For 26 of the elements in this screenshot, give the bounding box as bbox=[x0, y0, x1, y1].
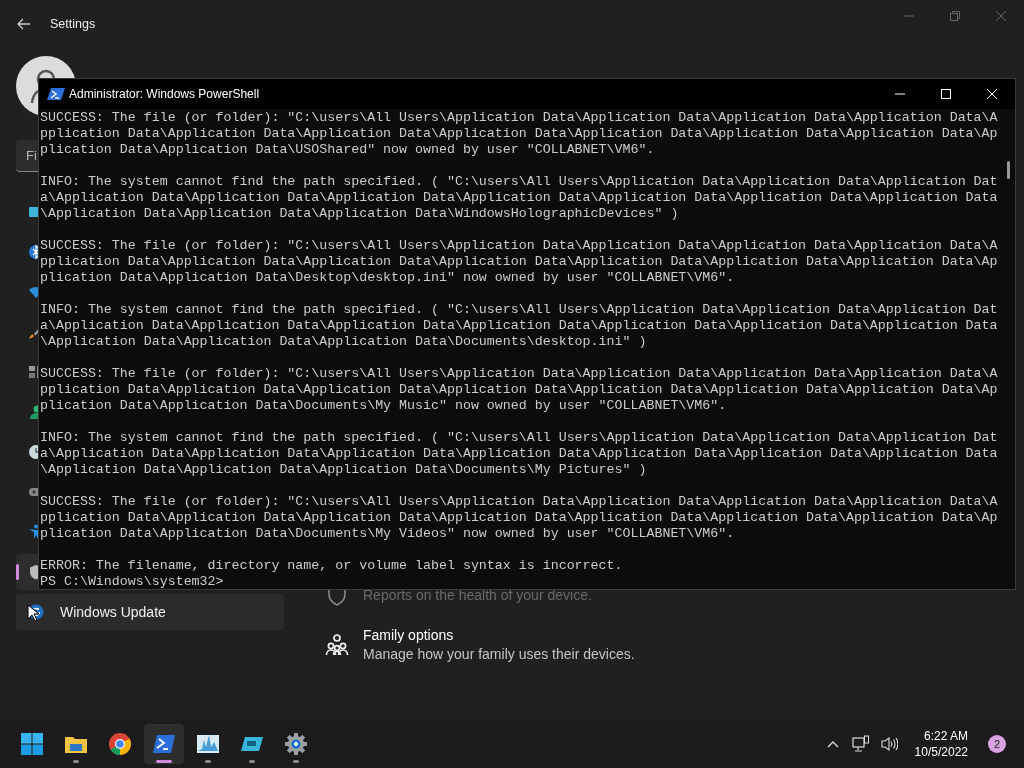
console-line: plication Data\Application Data\Documents\My Videos" now owned by user "COLLABNET\VM6". bbox=[40, 526, 736, 542]
console-line: \Application Data\Application Data\Application Data\WindowsHolographicDevices" ) bbox=[40, 206, 680, 222]
console-line: a\Application Data\Application Data\Application Data\Application Data\Application Data\Application Data\Application Data bbox=[40, 318, 999, 334]
console-line: pplication Data\Application Data\Application Data\Application Data\Application Data\Application Data\Application Data\Ap bbox=[40, 510, 999, 526]
console-line: SUCCESS: The file (or folder): "C:\users\All Users\Application Data\Application Data\Application Data\Application Data\A bbox=[40, 110, 999, 126]
console-line: plication Data\Application Data\Desktop\desktop.ini" now owned by user "COLLABNET\VM6". bbox=[40, 270, 736, 286]
console-line: a\Application Data\Application Data\Application Data\Application Data\Application Data\Application Data\Application Data bbox=[40, 190, 999, 206]
console-line: plication Data\Application Data\Documents\My Music" now owned by user "COLLABNET\VM6". bbox=[40, 398, 728, 414]
console-line: pplication Data\Application Data\Application Data\Application Data\Application Data\Application Data\Application Data\Ap bbox=[40, 382, 999, 398]
window-title: Administrator: Windows PowerShell bbox=[69, 87, 260, 101]
window-title: Settings bbox=[50, 17, 96, 31]
setting-description: Manage how your family uses their devices. bbox=[363, 646, 635, 662]
console-line: a\Application Data\Application Data\Application Data\Application Data\Application Data\Application Data\Application Data bbox=[40, 446, 999, 462]
console-line: SUCCESS: The file (or folder): "C:\users\All Users\Application Data\Application Data\Application Data\Application Data\A bbox=[40, 366, 999, 382]
console-line: SUCCESS: The file (or folder): "C:\users\All Users\Application Data\Application Data\Application Data\Application Data\A bbox=[40, 494, 999, 510]
console-line: pplication Data\Application Data\Application Data\Application Data\Application Data\Application Data\Application Data\Ap bbox=[40, 254, 999, 270]
console-line: ERROR: The filename, directory name, or volume label syntax is incorrect. bbox=[40, 558, 624, 574]
console-line: \Application Data\Application Data\Application Data\Documents\desktop.ini" ) bbox=[40, 334, 648, 350]
console-line: \Application Data\Application Data\Application Data\Documents\My Pictures" ) bbox=[40, 462, 648, 478]
console-line: INFO: The system cannot find the path specified. ( "C:\users\All Users\Application Data\Application Data\Application Dat bbox=[40, 430, 999, 446]
console-line: pplication Data\Application Data\Application Data\Application Data\Application Data\Application Data\Application Data\Ap bbox=[40, 126, 999, 142]
console-line: INFO: The system cannot find the path specified. ( "C:\users\All Users\Application Data\Application Data\Application Dat bbox=[40, 174, 999, 190]
console-line: plication Data\Application Data\USOShared" now owned by user "COLLABNET\VM6". bbox=[40, 142, 656, 158]
console-line: SUCCESS: The file (or folder): "C:\users\All Users\Application Data\Application Data\Application Data\Application Data\A bbox=[40, 238, 999, 254]
console-line: INFO: The system cannot find the path specified. ( "C:\users\All Users\Application Data\Application Data\Application Dat bbox=[40, 302, 999, 318]
console-line: PS C:\Windows\system32> bbox=[40, 574, 225, 590]
